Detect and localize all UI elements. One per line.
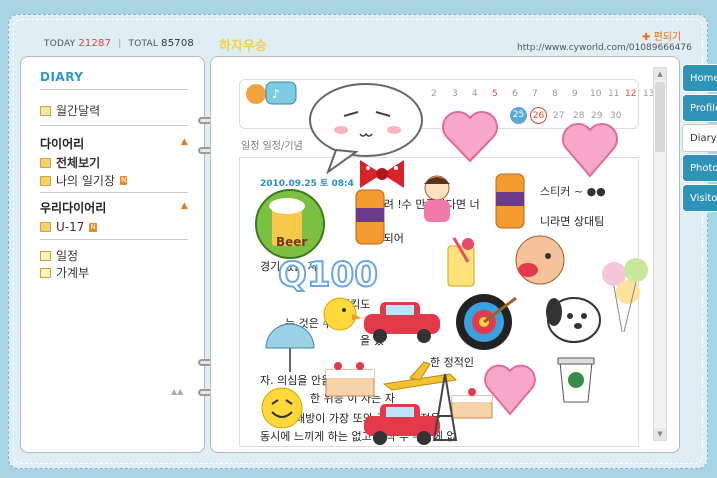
duck-sticker [323,297,362,331]
post-text: 니라면 상대팀 [540,215,605,228]
calendar-day-selected[interactable]: 25 [510,107,527,124]
sidebar-section-diary[interactable]: 다이어리 [40,135,84,152]
calendar-day[interactable]: 4 [472,89,478,99]
sidebar-item-my-diary[interactable]: 나의 일기장 N [40,172,128,189]
homepage-url[interactable]: http://www.cyworld.com/01089666476 [517,43,692,53]
target-sticker [456,294,517,350]
scroll-down-icon[interactable]: ▼ [654,428,666,440]
calendar-day[interactable]: 2 [431,89,437,99]
umbrella-sticker [265,323,315,372]
calendar-day[interactable]: 3 [452,89,458,99]
sidebar-title: DIARY [40,70,84,84]
smiley-sticker [261,387,303,429]
total-count: 85708 [161,38,194,49]
calendar-day[interactable]: 8 [552,89,558,99]
sidebar-item-view-all[interactable]: 전체보기 [40,154,100,171]
svg-text:Beer: Beer [276,235,307,249]
svg-text:Q100: Q100 [278,255,378,295]
calendar-day-today[interactable]: 26 [530,107,547,124]
calendar-day[interactable]: 9 [572,89,578,99]
calendar-day[interactable]: 6 [512,89,518,99]
new-badge-icon: N [120,176,128,185]
cake-sticker [325,362,375,397]
girl-character-sticker [424,175,450,222]
double-arrow-icon[interactable]: ▲▲ [171,387,183,396]
visitor-counter: TODAY 21287 | TOTAL 85708 [44,38,194,49]
scroll-thumb[interactable] [655,82,665,152]
eiffel-tower-sticker [432,373,458,441]
calendar-day[interactable]: 11 [608,89,619,99]
heart-sticker [562,123,618,178]
sidebar-panel: DIARY 월간달력 다이어리 ▲ 전체보기 나의 일기장 N 우리다이어리 ▲… [20,56,205,453]
homepage-title: 하자우승 [219,39,267,54]
sidebar-item-u17[interactable]: U-17 N [40,220,97,234]
tab-diary[interactable]: Diary [682,124,717,152]
drink-can-sticker [495,173,525,229]
coffee-cup-sticker [557,357,595,403]
today-count: 21287 [78,38,112,49]
calendar-day[interactable]: 7 [532,89,538,99]
drink-can-sticker [355,189,385,245]
sidebar-section-shared-diary[interactable]: 우리다이어리 [40,199,106,216]
content-scrollbar[interactable]: ▲ ▼ [653,67,667,441]
caret-up-icon[interactable]: ▲ [181,137,188,147]
tab-home[interactable]: Home [682,64,717,92]
heart-sticker [442,111,498,163]
folder-icon [40,175,51,186]
caret-up-icon[interactable]: ▲ [181,201,188,211]
sidebar-item-monthly[interactable]: 월간달력 [40,102,100,119]
today-label: TODAY [44,39,76,49]
baby-character-sticker [515,235,565,285]
puppy-sticker [546,297,601,343]
calendar-day[interactable]: 12 [625,89,636,99]
scroll-up-icon[interactable]: ▲ [654,68,666,80]
folder-icon [40,222,51,232]
red-car-sticker [364,302,440,343]
sidebar-item-schedule[interactable]: 일정 [40,247,78,264]
cocktail-sticker [447,237,475,287]
edit-link[interactable]: ✚ 편되기 [642,28,681,43]
ledger-icon [40,267,51,278]
sidebar-item-ledger[interactable]: 가계부 [40,264,89,281]
new-badge-icon: N [89,222,97,232]
tab-profile[interactable]: Profile [682,94,717,122]
diary-tabs[interactable]: 일정 일정/기념 [241,137,303,152]
calendar-day[interactable]: 10 [590,89,601,99]
sticker-text: 스티커 ~ ●● [540,185,606,198]
folder-open-icon [40,157,51,168]
total-label: TOTAL [128,39,159,49]
megaphone-sticker: ♪ [246,81,297,105]
tab-visitor[interactable]: Visitor [682,184,717,212]
tab-photo[interactable]: Photo [682,154,717,182]
calendar-day[interactable]: 5 [492,89,498,99]
svg-text:♪: ♪ [272,87,280,101]
calendar-icon [40,105,51,116]
schedule-icon [40,250,51,261]
